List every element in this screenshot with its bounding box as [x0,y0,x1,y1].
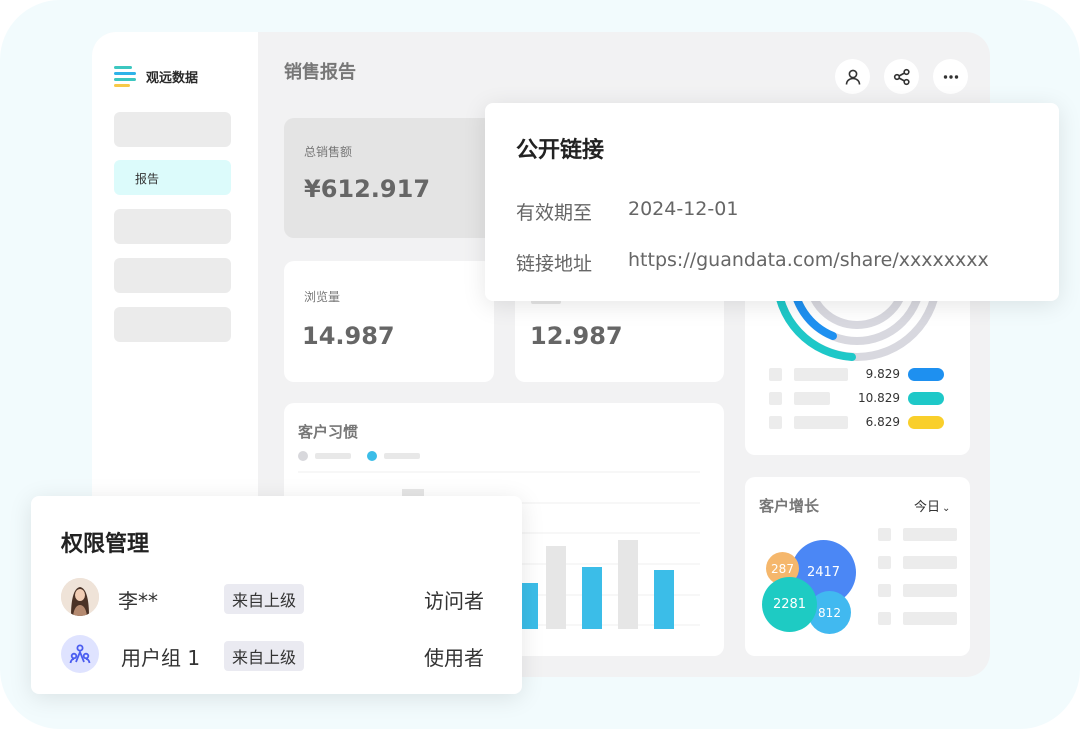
brand-name: 观远数据 [146,70,199,86]
legend-swatch [908,367,944,381]
sidebar-item-report[interactable]: 报告 [114,160,231,195]
legend-value: 10.829 [858,391,900,405]
views-card[interactable]: 浏览量 14.987 [284,261,494,382]
period-label: 今日 [914,500,941,515]
bar [618,540,638,629]
role-select[interactable]: 访问者 [424,585,484,614]
logo-icon [114,64,138,88]
bar [654,570,674,629]
link-value[interactable]: https://guandata.com/share/xxxxxxxx [628,249,989,271]
share-link-popup: 公开链接 有效期至 2024-12-01 链接地址 https://guanda… [485,103,1059,301]
sidebar-item-1[interactable] [114,112,231,147]
donut-legend-row: 9.829 [769,367,944,381]
role-select[interactable]: 使用者 [424,642,484,671]
more-icon [943,74,958,79]
share-popup-title: 公开链接 [516,138,605,163]
perm-user-name: 李** [118,589,158,613]
views-label: 浏览量 [304,290,341,304]
expiry-label: 有效期至 [516,202,593,224]
bar [582,567,602,629]
user-group-avatar [61,635,99,673]
share-icon [893,68,910,85]
donut-legend-row: 10.829 [769,391,944,405]
user-group-icon [69,644,91,664]
link-label: 链接地址 [516,253,593,275]
sidebar-item-3[interactable] [114,209,231,244]
growth-title: 客户增长 [759,497,820,515]
legend-value: 9.829 [865,367,900,381]
bar [546,546,566,629]
permission-popup: 权限管理 李** 来自上级 访问者 用户组 1 来自上级 使用者 [31,496,522,694]
legend-swatch [908,391,944,405]
expiry-value[interactable]: 2024-12-01 [628,198,738,220]
user-icon [845,69,860,85]
views-value: 14.987 [302,322,395,350]
kpi-2-value: 12.987 [530,322,623,350]
customer-growth-card: 客户增长 今日 ⌄ 2417 287 812 2281 [745,477,970,656]
sidebar-item-label: 报告 [135,172,160,186]
bubble-2281: 2281 [762,577,817,632]
more-button[interactable] [933,59,968,94]
legend-value: 6.829 [865,415,900,429]
share-button[interactable] [884,59,919,94]
chevron-down-icon: ⌄ [942,503,951,514]
inherited-tag: 来自上级 [224,641,305,671]
total-sales-card[interactable]: 总销售额 ¥612.917 [284,118,494,238]
page-title: 销售报告 [284,62,356,83]
total-sales-value: ¥612.917 [304,175,431,203]
total-sales-label: 总销售额 [304,145,353,159]
brand-logo: 观远数据 [114,64,198,88]
person-photo [61,578,99,616]
period-dropdown[interactable]: 今日 ⌄ [914,496,950,515]
perm-group-name: 用户组 1 [121,646,201,670]
sidebar-item-4[interactable] [114,258,231,293]
avatar [61,578,99,616]
user-button[interactable] [835,59,870,94]
legend-swatch [908,415,944,429]
donut-legend-row: 6.829 [769,415,944,429]
inherited-tag: 来自上级 [224,584,305,614]
sidebar-item-5[interactable] [114,307,231,342]
permission-popup-title: 权限管理 [61,532,150,557]
